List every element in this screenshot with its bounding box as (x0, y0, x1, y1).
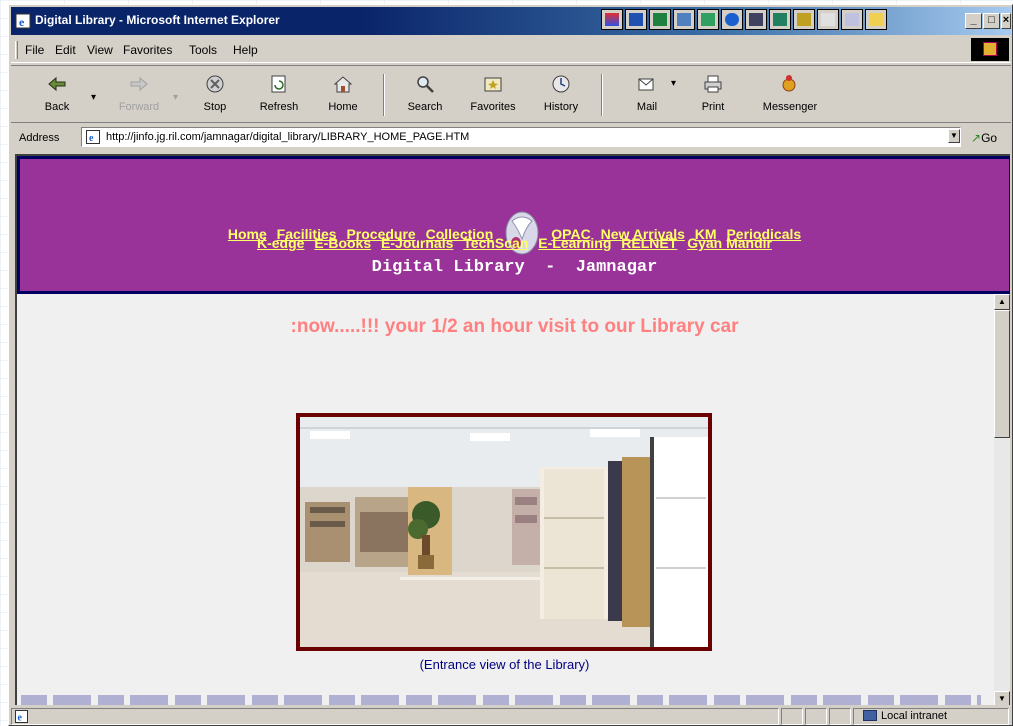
library-entrance-photo (296, 413, 712, 651)
nav-row-2: K-edge E-Books E-Journals TechScan E-Lea… (20, 235, 1009, 251)
search-button[interactable]: Search (395, 70, 455, 120)
stop-button[interactable]: Stop (185, 70, 245, 120)
forward-dropdown-icon[interactable]: ▾ (173, 92, 178, 103)
status-text-cell: e (11, 708, 779, 725)
word-icon[interactable] (625, 9, 647, 30)
close-button[interactable]: × (1001, 13, 1011, 29)
scroll-thumb[interactable] (994, 310, 1010, 438)
messenger-icon (782, 75, 796, 92)
svg-text:e: e (19, 15, 25, 29)
address-url: http://jinfo.jg.ril.com/jamnagar/digital… (106, 131, 470, 143)
windows-throbber (971, 38, 1009, 61)
go-button[interactable]: ↗Go (971, 131, 997, 145)
security-zone: Local intranet (863, 710, 947, 722)
quick-launch-icons (601, 9, 889, 33)
forward-arrow-icon (130, 76, 148, 92)
status-cell (829, 708, 851, 725)
home-button[interactable]: Home (313, 70, 373, 120)
font-icon[interactable] (817, 9, 839, 30)
browser-window: e Digital Library - Microsoft Internet E… (8, 4, 1013, 726)
address-bar: Address e http://jinfo.jg.ril.com/jamnag… (11, 125, 1011, 151)
toolbar-separator (601, 74, 603, 116)
mail-button[interactable]: Mail (617, 70, 677, 120)
minimize-button[interactable]: _ (965, 13, 982, 29)
favorites-icon (484, 77, 502, 92)
standard-toolbar: Back ▾ Forward ▾ Stop Refresh Home Searc… (11, 65, 1011, 123)
menu-help[interactable]: Help (233, 43, 258, 57)
go-arrow-icon: ↗ (971, 131, 982, 145)
svg-text:e: e (89, 133, 94, 144)
cut-off-paragraph-text (21, 693, 981, 705)
history-icon (552, 75, 570, 93)
home-icon (333, 76, 353, 93)
calculator-icon[interactable] (745, 9, 767, 30)
nav-link-e-journals[interactable]: E-Journals (381, 235, 453, 251)
search-icon (417, 76, 434, 93)
app-icon[interactable] (673, 9, 695, 30)
site-header-banner: Home Facilities Procedure Collection OPA… (17, 156, 1010, 294)
status-bar: e Local intranet (11, 707, 1011, 725)
network-icon[interactable] (769, 9, 791, 30)
nav-link-gyan-mandir[interactable]: Gyan Mandir (687, 235, 772, 251)
status-cell (805, 708, 827, 725)
warning-icon[interactable] (793, 9, 815, 30)
mail-icon (638, 78, 654, 91)
refresh-button[interactable]: Refresh (249, 70, 309, 120)
favorites-button[interactable]: Favorites (463, 70, 523, 120)
ie-icon[interactable] (721, 9, 743, 30)
chart-app-icon[interactable] (697, 9, 719, 30)
maximize-button[interactable]: □ (983, 13, 1000, 29)
print-icon (704, 75, 722, 93)
menu-view[interactable]: View (87, 43, 113, 57)
intranet-zone-icon (863, 710, 877, 721)
scrolling-marquee-text: :now.....!!! your 1/2 an hour visit to o… (290, 316, 739, 337)
menu-tools[interactable]: Tools (189, 43, 217, 57)
excel-icon[interactable] (649, 9, 671, 30)
nav-link-e-books[interactable]: E-Books (314, 235, 371, 251)
ie-page-icon: e (15, 13, 31, 29)
scroll-down-arrow-icon[interactable]: ▼ (994, 691, 1010, 705)
window-title: Digital Library - Microsoft Internet Exp… (35, 13, 280, 27)
refresh-icon (271, 75, 286, 93)
page-status-icon: e (15, 710, 28, 724)
messenger-button[interactable]: Messenger (751, 70, 829, 120)
nav-link-relnet[interactable]: RELNET (621, 235, 677, 251)
mail-dropdown-icon[interactable]: ▾ (671, 78, 676, 89)
forward-button[interactable]: Forward (109, 70, 169, 120)
title-bar: e Digital Library - Microsoft Internet E… (11, 7, 1011, 35)
svg-text:e: e (18, 713, 23, 724)
folder-icon[interactable] (865, 9, 887, 30)
status-cell (781, 708, 803, 725)
site-title: Digital Library - Jamnagar (371, 258, 658, 277)
nav-link-k-edge[interactable]: K-edge (257, 235, 304, 251)
nav-link-e-learning[interactable]: E-Learning (538, 235, 611, 251)
back-dropdown-icon[interactable]: ▾ (91, 92, 96, 103)
scroll-up-arrow-icon[interactable]: ▲ (994, 294, 1010, 310)
stop-icon (206, 75, 224, 93)
library-interior-image (300, 417, 708, 647)
menu-file[interactable]: File (25, 43, 44, 57)
photo-caption: (Entrance view of the Library) (419, 657, 590, 672)
menu-bar: File Edit View Favorites Tools Help (11, 37, 1011, 63)
history-button[interactable]: History (531, 70, 591, 120)
back-arrow-icon (48, 76, 66, 92)
display-icon[interactable] (841, 9, 863, 30)
menu-edit[interactable]: Edit (55, 43, 76, 57)
page-icon: e (86, 130, 100, 144)
toolbar-separator (383, 74, 385, 116)
address-input[interactable]: e http://jinfo.jg.ril.com/jamnagar/digit… (81, 127, 961, 147)
print-button[interactable]: Print (683, 70, 743, 120)
page-content: Home Facilities Procedure Collection OPA… (15, 154, 1010, 705)
taskbar-icon[interactable] (601, 9, 623, 30)
address-dropdown-button[interactable]: ▼ (948, 129, 960, 143)
vertical-scrollbar[interactable]: ▲ ▼ (994, 294, 1010, 705)
nav-link-techscan[interactable]: TechScan (463, 235, 528, 251)
menu-favorites[interactable]: Favorites (123, 43, 172, 57)
menu-grip (15, 41, 18, 59)
address-label: Address (19, 132, 60, 144)
back-button[interactable]: Back (27, 70, 87, 120)
